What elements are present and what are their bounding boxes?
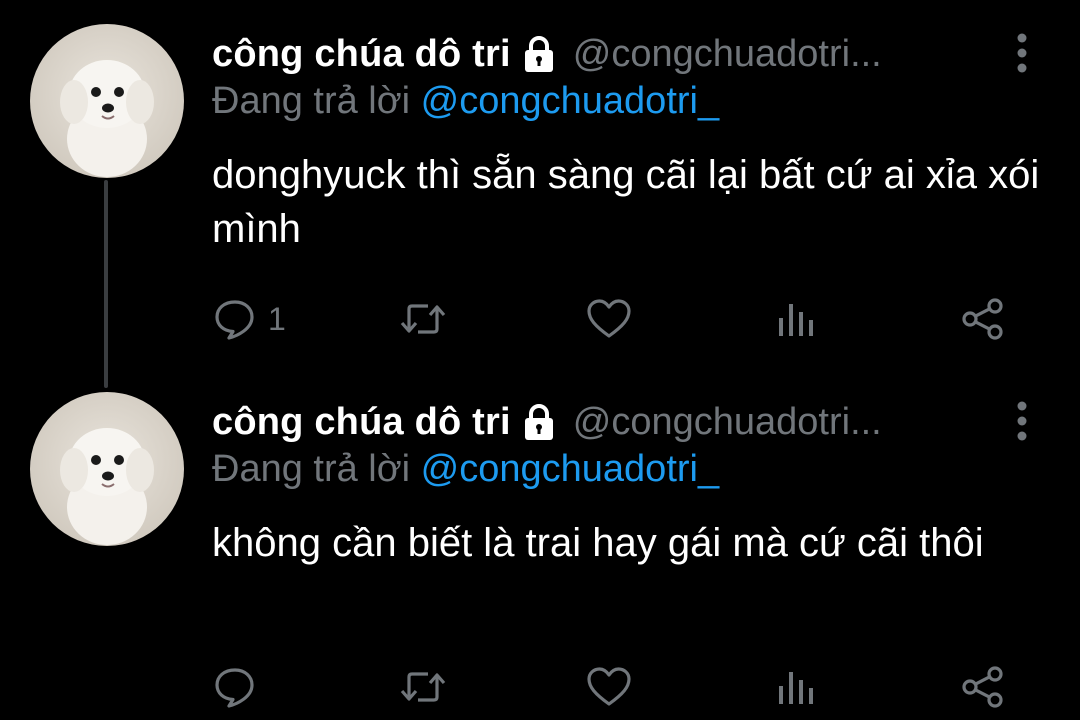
retweet-icon <box>400 304 446 334</box>
heart-icon <box>587 667 631 706</box>
tweet-text: không cần biết là trai hay gái mà cứ cãi… <box>212 521 984 565</box>
user-handle[interactable]: @congchuadotri... <box>573 401 882 444</box>
reply-button[interactable] <box>212 664 268 710</box>
retweet-icon <box>400 672 446 702</box>
share-button[interactable] <box>960 296 1006 342</box>
tweet-actions <box>212 664 1012 710</box>
replying-to: Đang trả lời @congchuadotri_ <box>212 448 719 491</box>
user-handle[interactable]: @congchuadotri... <box>573 33 882 76</box>
heart-icon <box>587 299 631 338</box>
reply-icon <box>215 668 254 708</box>
tweet-thread: công chúa dô tri @congchuadotri... Đang … <box>0 0 1080 720</box>
more-options-icon[interactable] <box>1010 30 1034 76</box>
tweet[interactable]: công chúa dô tri @congchuadotri... Đang … <box>0 368 1080 720</box>
replying-to-label: Đang trả lời <box>212 80 411 122</box>
replying-to: Đang trả lời @congchuadotri_ <box>212 80 719 123</box>
puppy-avatar-image <box>30 392 184 546</box>
analytics-icon <box>779 672 813 704</box>
avatar[interactable] <box>30 392 184 546</box>
tweet[interactable]: công chúa dô tri @congchuadotri... Đang … <box>0 0 1080 360</box>
puppy-avatar-image <box>30 24 184 178</box>
replying-to-label: Đang trả lời <box>212 448 411 490</box>
views-button[interactable] <box>774 664 818 710</box>
share-button[interactable] <box>960 664 1006 710</box>
tweet-text: donghyuck thì sẵn sàng cãi lại bất cứ ai… <box>212 153 1040 251</box>
views-button[interactable] <box>774 296 818 342</box>
lock-icon <box>519 34 559 74</box>
more-options-icon[interactable] <box>1010 398 1034 444</box>
share-icon <box>962 298 1003 340</box>
retweet-button[interactable] <box>398 296 448 342</box>
display-name[interactable]: công chúa dô tri <box>212 33 511 76</box>
avatar[interactable] <box>30 24 184 178</box>
reply-count: 1 <box>268 300 286 337</box>
like-button[interactable] <box>585 296 633 342</box>
lock-icon <box>519 402 559 442</box>
like-button[interactable] <box>585 664 633 710</box>
replying-to-handle-link[interactable]: @congchuadotri_ <box>421 80 719 122</box>
display-name[interactable]: công chúa dô tri <box>212 401 511 444</box>
reply-button[interactable]: 1 <box>212 296 286 342</box>
tweet-header: công chúa dô tri @congchuadotri... <box>212 394 1012 450</box>
replying-to-handle-link[interactable]: @congchuadotri_ <box>421 448 719 490</box>
analytics-icon <box>779 304 813 336</box>
retweet-button[interactable] <box>398 664 448 710</box>
share-icon <box>962 666 1003 708</box>
tweet-header: công chúa dô tri @congchuadotri... <box>212 26 1012 82</box>
reply-icon <box>215 300 254 340</box>
tweet-actions: 1 <box>212 296 1012 342</box>
